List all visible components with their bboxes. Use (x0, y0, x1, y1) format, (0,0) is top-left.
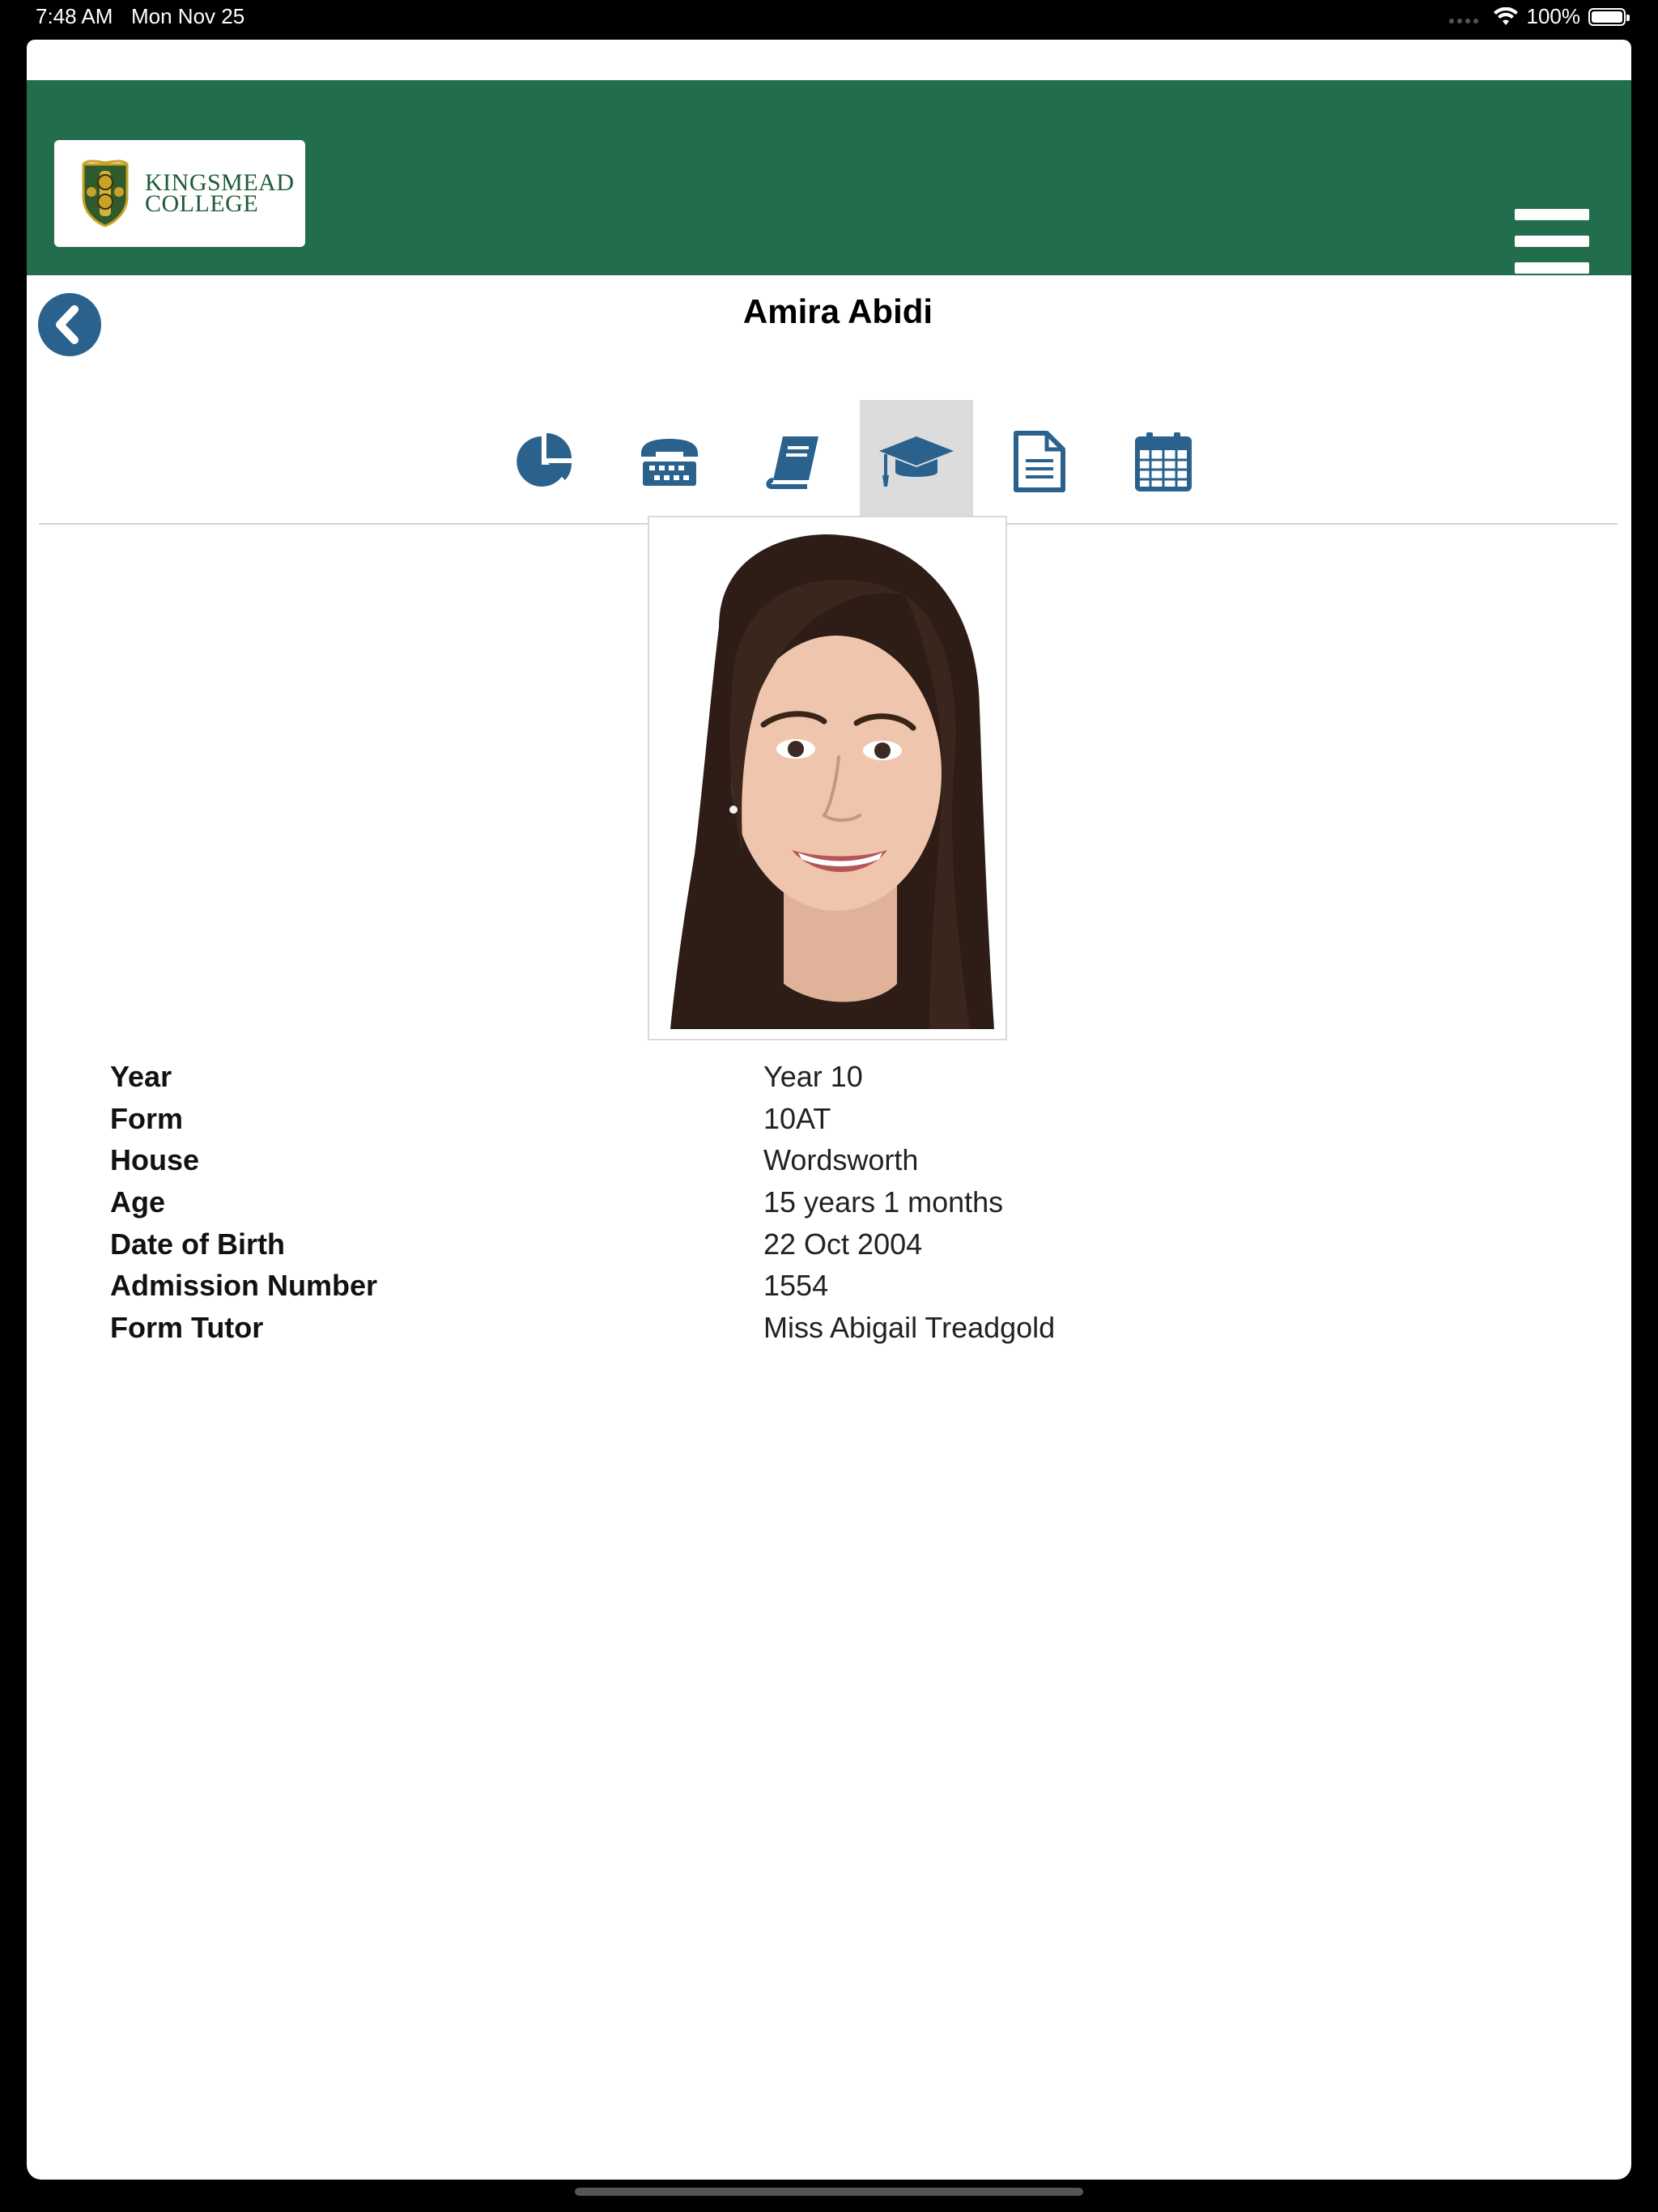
document-icon (1014, 431, 1065, 492)
tab-contacts[interactable] (613, 400, 726, 523)
home-indicator[interactable] (575, 2188, 1083, 2196)
student-name: Amira Abidi (742, 292, 933, 330)
detail-value: 22 Oct 2004 (763, 1227, 923, 1261)
telephone-icon (641, 439, 698, 486)
tab-student-details[interactable] (860, 400, 973, 523)
status-date: Mon Nov 25 (131, 4, 245, 28)
status-bar: 7:48 AM Mon Nov 25 100% (0, 0, 1658, 36)
student-photo (662, 530, 994, 1029)
pie-chart-icon (517, 433, 572, 487)
detail-label: Year (110, 1060, 172, 1093)
logo-text: KINGSMEAD COLLEGE (145, 171, 295, 217)
detail-value: 15 years 1 months (763, 1185, 1004, 1219)
detail-row-date-of-birth: Date of Birth 22 Oct 2004 (110, 1227, 1082, 1270)
book-icon (766, 436, 818, 489)
detail-value: Year 10 (763, 1060, 863, 1093)
detail-value: 1554 (763, 1269, 829, 1303)
detail-label: Admission Number (110, 1269, 378, 1303)
detail-label: Form (110, 1101, 183, 1135)
tab-reports[interactable] (983, 400, 1096, 523)
detail-label: Form Tutor (110, 1311, 264, 1345)
status-time: 7:48 AM (36, 4, 113, 28)
graduation-cap-icon (879, 436, 954, 487)
detail-row-age: Age 15 years 1 months (110, 1185, 1082, 1227)
app-screen: KINGSMEAD COLLEGE Amira Abidi Year Year … (27, 40, 1631, 2180)
tab-overview[interactable] (488, 400, 602, 523)
tab-subjects[interactable] (737, 400, 850, 523)
detail-value: Miss Abigail Treadgold (763, 1311, 1056, 1345)
wifi-icon (1493, 6, 1518, 25)
app-header: KINGSMEAD COLLEGE (27, 80, 1631, 275)
detail-label: House (110, 1143, 200, 1177)
detail-value: 10AT (763, 1101, 831, 1135)
detail-row-form: Form 10AT (110, 1102, 1082, 1144)
battery-icon (1588, 7, 1630, 26)
profile-tabs (27, 400, 1631, 523)
tab-calendar[interactable] (1107, 400, 1220, 523)
calendar-icon (1135, 432, 1192, 491)
hamburger-icon[interactable] (1515, 209, 1589, 274)
detail-label: Date of Birth (110, 1227, 285, 1261)
student-photo-frame (648, 516, 1007, 1040)
logo-line2: COLLEGE (145, 190, 259, 217)
school-logo: KINGSMEAD COLLEGE (54, 140, 305, 247)
detail-label: Age (110, 1185, 166, 1219)
detail-row-year: Year Year 10 (110, 1060, 1082, 1102)
status-indicators: 100% (1448, 4, 1630, 29)
student-details: Year Year 10 Form 10AT House Wordsworth … (110, 1060, 1082, 1353)
detail-row-admission-number: Admission Number 1554 (110, 1269, 1082, 1311)
crest-icon (82, 160, 129, 228)
detail-row-form-tutor: Form Tutor Miss Abigail Treadgold (110, 1311, 1082, 1353)
cellular-icon (1448, 11, 1478, 23)
battery-percent: 100% (1526, 4, 1581, 28)
device-frame: 7:48 AM Mon Nov 25 100% KINGSMEAD COLLEG… (0, 0, 1658, 2212)
detail-value: Wordsworth (763, 1143, 919, 1177)
detail-row-house: House Wordsworth (110, 1143, 1082, 1185)
